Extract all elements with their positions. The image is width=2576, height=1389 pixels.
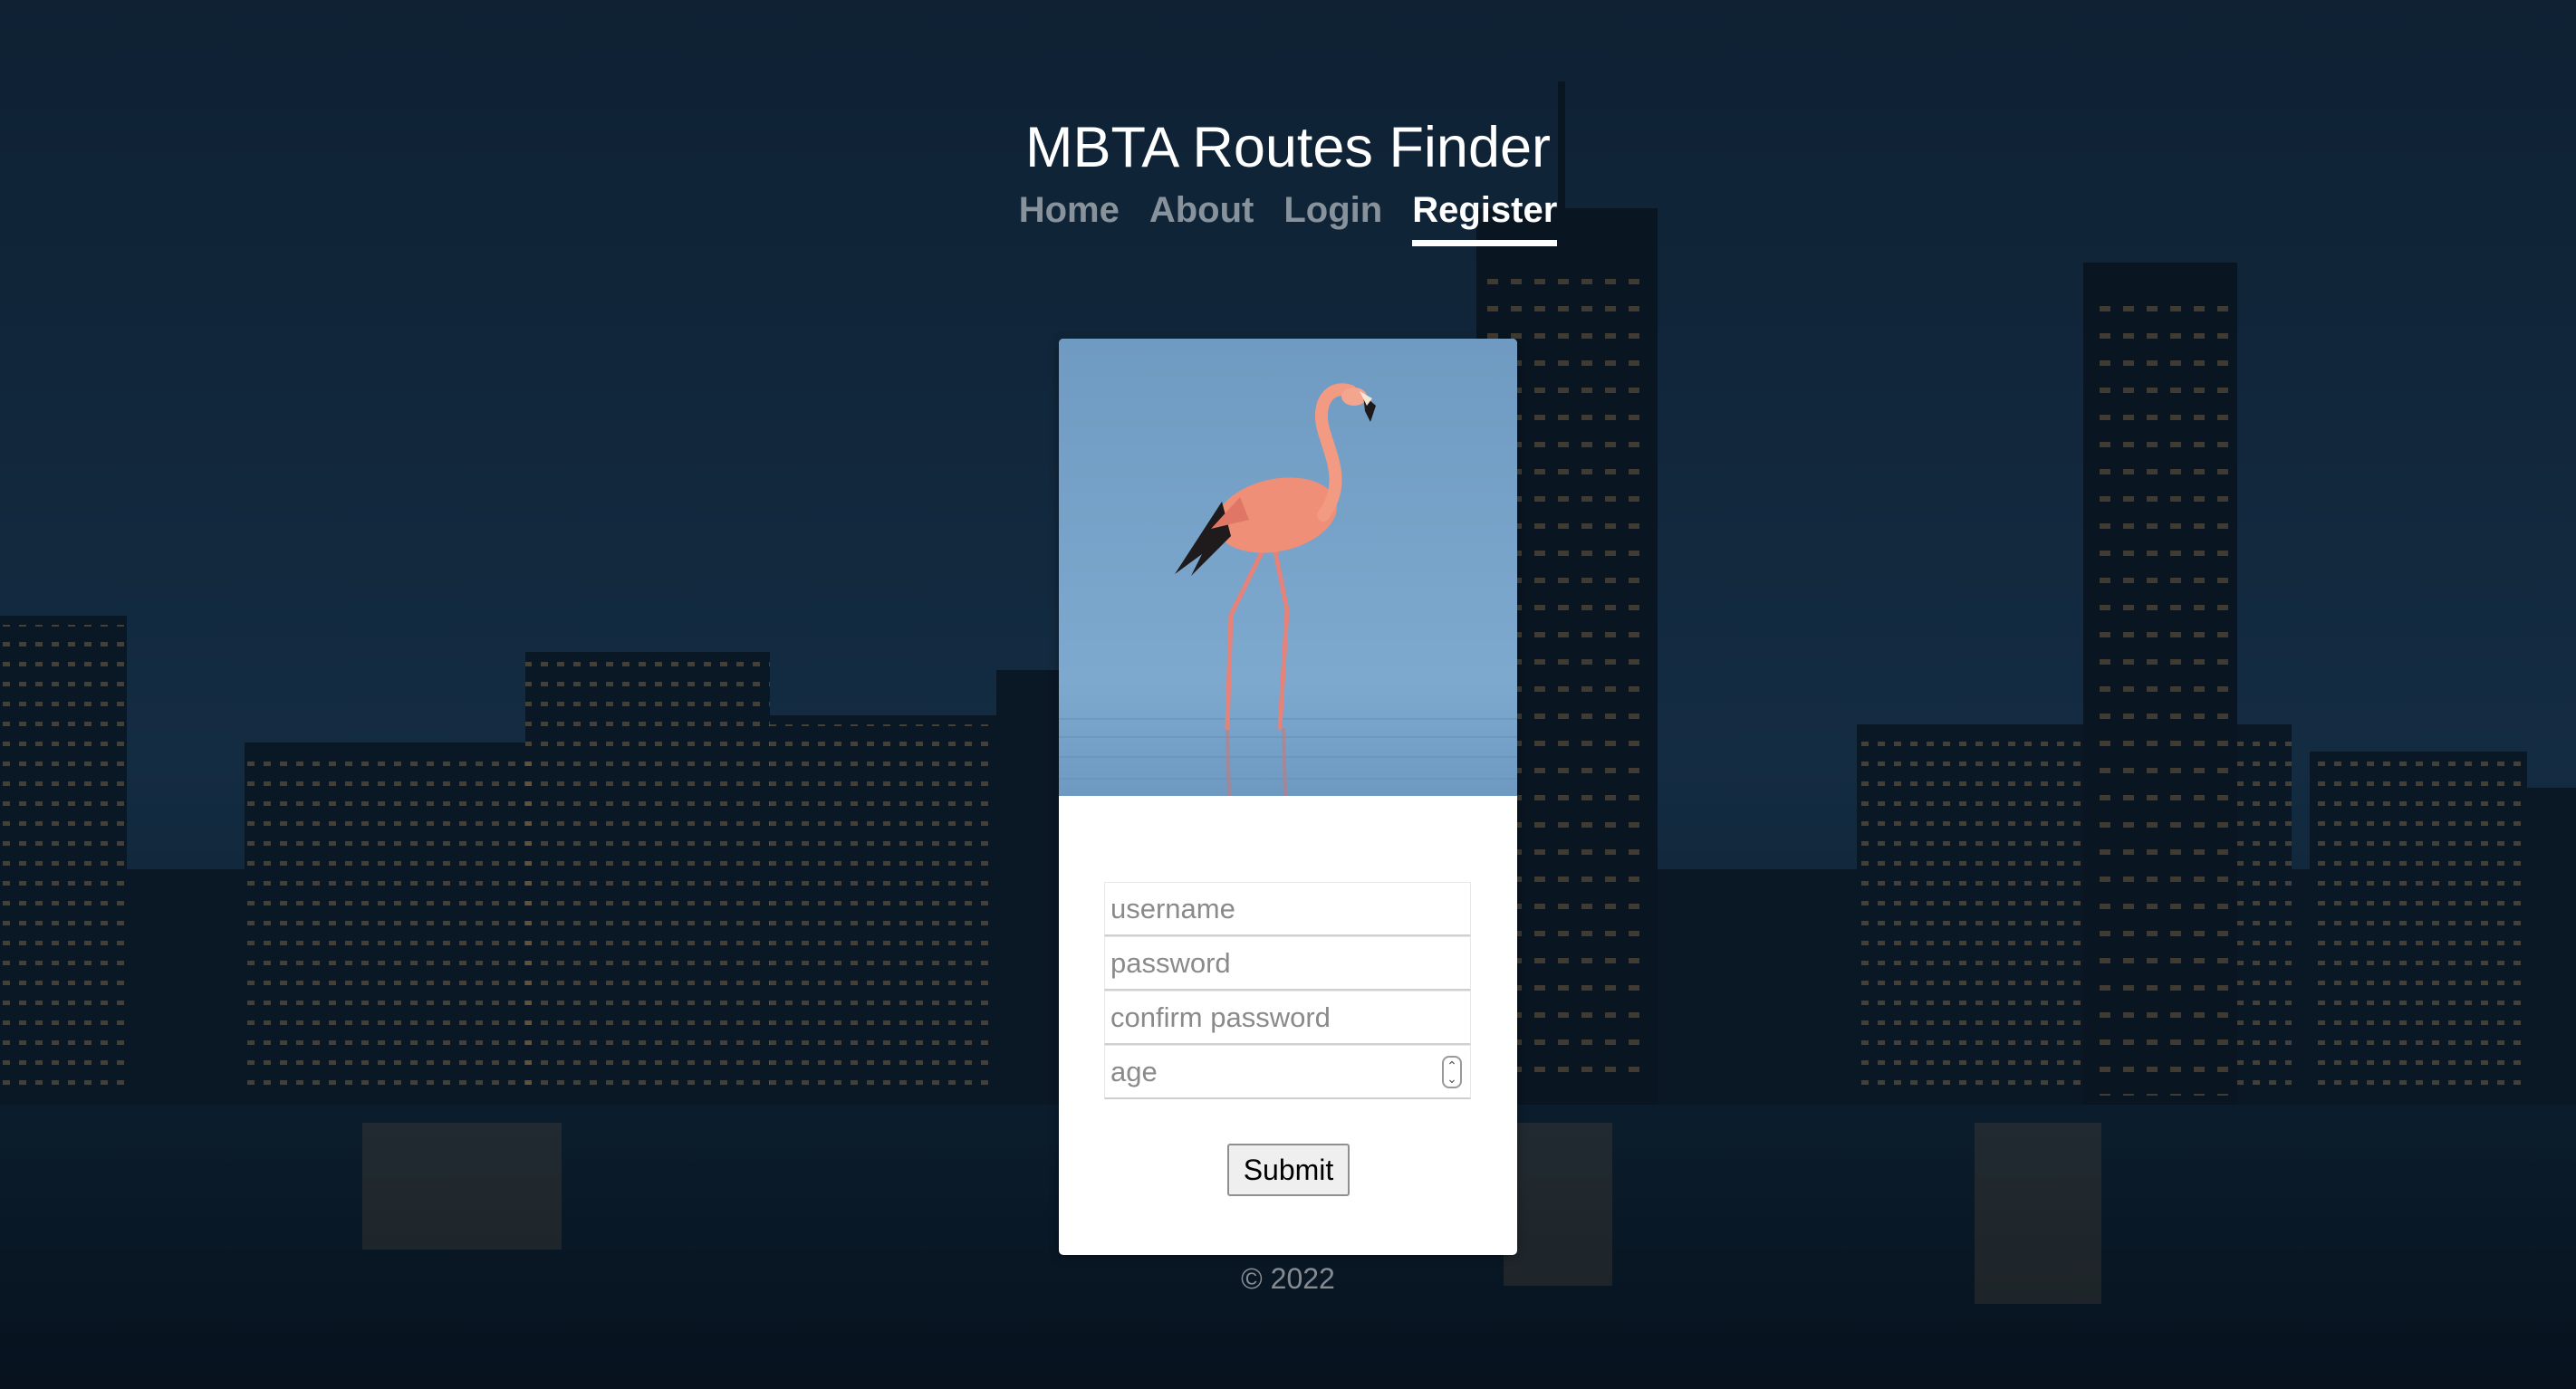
nav-about-link[interactable]: About <box>1149 186 1254 246</box>
nav-home-link[interactable]: Home <box>1019 186 1120 246</box>
age-stepper[interactable]: ⌃ ⌄ <box>1442 1056 1462 1088</box>
register-card: ⌃ ⌄ Submit <box>1059 339 1517 1255</box>
flamingo-image <box>1059 339 1517 796</box>
submit-button[interactable]: Submit <box>1227 1144 1350 1196</box>
confirm-password-input[interactable] <box>1104 991 1471 1045</box>
age-field-wrapper: ⌃ ⌄ <box>1104 1045 1471 1099</box>
chevron-up-icon[interactable]: ⌃ <box>1447 1059 1457 1072</box>
password-input[interactable] <box>1104 936 1471 991</box>
nav-login-link[interactable]: Login <box>1283 186 1382 246</box>
nav-register-link[interactable]: Register <box>1412 186 1558 246</box>
site-title: MBTA Routes Finder <box>1024 116 1552 179</box>
footer-copyright: © 2022 <box>1241 1262 1335 1295</box>
username-input[interactable] <box>1104 882 1471 936</box>
chevron-down-icon[interactable]: ⌄ <box>1447 1072 1457 1085</box>
main-nav: Home About Login Register <box>0 186 2576 251</box>
register-form: ⌃ ⌄ <box>1104 882 1471 1099</box>
age-input[interactable] <box>1104 1045 1471 1099</box>
